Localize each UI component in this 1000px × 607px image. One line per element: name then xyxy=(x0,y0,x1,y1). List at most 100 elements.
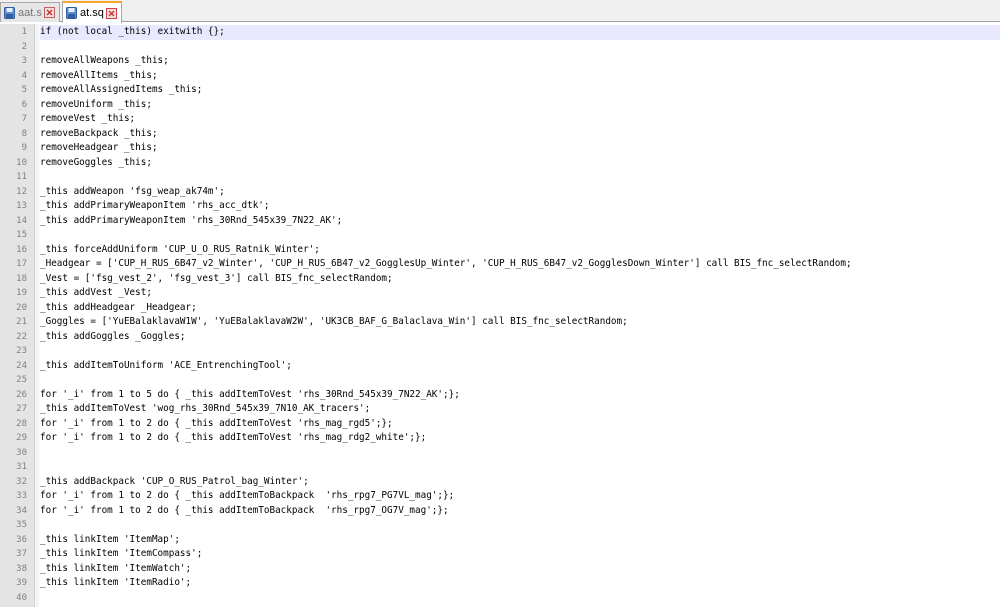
line-number: 8 xyxy=(21,128,27,139)
line-number: 14 xyxy=(16,215,27,226)
line-number: 26 xyxy=(16,389,27,400)
code-text[interactable]: for '_i' from 1 to 5 do { _this addItemT… xyxy=(40,388,1000,403)
code-line[interactable]: 9 removeHeadgear _this; xyxy=(0,141,1000,156)
code-text[interactable]: removeHeadgear _this; xyxy=(40,141,1000,156)
code-line[interactable]: 6 removeUniform _this; xyxy=(0,98,1000,113)
code-text[interactable]: _this forceAddUniform 'CUP_U_O_RUS_Ratni… xyxy=(40,243,1000,258)
code-text[interactable]: removeAllItems _this; xyxy=(40,69,1000,84)
code-editor[interactable]: 1 if (not local _this) exitwith {}; 2 3 remo… xyxy=(0,24,1000,607)
line-number: 22 xyxy=(16,331,27,342)
line-number: 18 xyxy=(16,273,27,284)
line-number: 23 xyxy=(16,346,27,356)
code-line[interactable]: 37 _this linkItem 'ItemCompass'; xyxy=(0,547,1000,562)
code-text[interactable]: _this addBackpack 'CUP_O_RUS_Patrol_bag_… xyxy=(40,475,1000,490)
code-line[interactable]: 27 _this addItemToVest 'wog_rhs_30Rnd_545… xyxy=(0,402,1000,417)
line-number: 11 xyxy=(16,172,27,182)
code-line[interactable]: 4 removeAllItems _this; xyxy=(0,69,1000,84)
line-number: 1 xyxy=(21,27,27,37)
code-text[interactable]: for '_i' from 1 to 2 do { _this addItemT… xyxy=(40,489,1000,504)
code-line[interactable]: 10 removeGoggles _this; xyxy=(0,156,1000,171)
line-number: 37 xyxy=(16,549,27,559)
code-text[interactable]: _this linkItem 'ItemWatch'; xyxy=(40,562,1000,577)
line-number: 7 xyxy=(21,114,27,124)
tab-label: at.sqf xyxy=(80,7,104,19)
code-line[interactable]: 14 _this addPrimaryWeaponItem 'rhs_30Rnd_… xyxy=(0,214,1000,229)
floppy-disk-icon xyxy=(66,7,77,19)
code-text[interactable]: removeVest _this; xyxy=(40,112,1000,127)
code-text[interactable]: removeBackpack _this; xyxy=(40,127,1000,142)
code-text[interactable]: removeAllWeapons _this; xyxy=(40,54,1000,69)
line-number: 38 xyxy=(16,563,27,574)
code-text[interactable]: _this addWeapon 'fsg_weap_ak74m'; xyxy=(40,185,1000,200)
code-line[interactable]: 36 _this linkItem 'ItemMap'; xyxy=(0,533,1000,548)
code-line[interactable]: 28 for '_i' from 1 to 2 do { _this addIte… xyxy=(0,417,1000,432)
code-line[interactable]: 33 for '_i' from 1 to 2 do { _this addIte… xyxy=(0,489,1000,504)
code-text[interactable]: _this linkItem 'ItemRadio'; xyxy=(40,576,1000,591)
code-line[interactable]: 40 xyxy=(0,591,1000,606)
code-text[interactable]: _this addHeadgear _Headgear; xyxy=(40,301,1000,316)
code-line[interactable]: 5 removeAllAssignedItems _this; xyxy=(0,83,1000,98)
line-number: 39 xyxy=(16,578,27,588)
code-line[interactable]: 23 xyxy=(0,344,1000,359)
code-text[interactable]: _this addItemToUniform 'ACE_EntrenchingT… xyxy=(40,359,1000,374)
code-line[interactable]: 38 _this linkItem 'ItemWatch'; xyxy=(0,562,1000,577)
code-text[interactable]: _this addGoggles _Goggles; xyxy=(40,330,1000,345)
tab-label: aat.sqf xyxy=(18,6,42,19)
close-icon[interactable] xyxy=(44,7,55,18)
code-text[interactable]: _this linkItem 'ItemCompass'; xyxy=(40,547,1000,562)
code-line[interactable]: 8 removeBackpack _this; xyxy=(0,127,1000,142)
code-line[interactable]: 7 removeVest _this; xyxy=(0,112,1000,127)
code-text[interactable]: _Goggles = ['YuEBalaklavaW1W', 'YuEBalak… xyxy=(40,315,1000,330)
code-text[interactable]: removeGoggles _this; xyxy=(40,156,1000,171)
code-line[interactable]: 26 for '_i' from 1 to 5 do { _this addIte… xyxy=(0,388,1000,403)
code-line[interactable]: 29 for '_i' from 1 to 2 do { _this addIte… xyxy=(0,431,1000,446)
code-line[interactable]: 25 xyxy=(0,373,1000,388)
code-line[interactable]: 39 _this linkItem 'ItemRadio'; xyxy=(0,576,1000,591)
code-text[interactable]: for '_i' from 1 to 2 do { _this addItemT… xyxy=(40,431,1000,446)
code-text[interactable]: _this addItemToVest 'wog_rhs_30Rnd_545x3… xyxy=(40,402,1000,417)
code-text[interactable]: removeAllAssignedItems _this; xyxy=(40,83,1000,98)
code-line[interactable]: 22 _this addGoggles _Goggles; xyxy=(0,330,1000,345)
code-line[interactable]: 30 xyxy=(0,446,1000,461)
code-text[interactable]: removeUniform _this; xyxy=(40,98,1000,113)
code-line[interactable]: 1 if (not local _this) exitwith {}; xyxy=(0,25,1000,40)
line-number: 21 xyxy=(16,317,27,327)
code-line[interactable]: 32 _this addBackpack 'CUP_O_RUS_Patrol_ba… xyxy=(0,475,1000,490)
code-line[interactable]: 24 _this addItemToUniform 'ACE_Entrenchin… xyxy=(0,359,1000,374)
code-text[interactable]: _this addPrimaryWeaponItem 'rhs_acc_dtk'… xyxy=(40,199,1000,214)
code-line[interactable]: 20 _this addHeadgear _Headgear; xyxy=(0,301,1000,316)
code-text[interactable]: _this addVest _Vest; xyxy=(40,286,1000,301)
code-line[interactable]: 2 xyxy=(0,40,1000,55)
code-text[interactable]: if (not local _this) exitwith {}; xyxy=(40,25,1000,40)
line-number: 40 xyxy=(16,592,27,603)
tab-at-sqf[interactable]: at.sqf xyxy=(62,1,122,23)
line-number: 25 xyxy=(16,375,27,385)
close-icon[interactable] xyxy=(106,7,117,19)
code-text[interactable]: for '_i' from 1 to 2 do { _this addItemT… xyxy=(40,504,1000,519)
tab-bar: aat.sqf at.sqf xyxy=(0,0,1000,23)
code-line[interactable]: 13 _this addPrimaryWeaponItem 'rhs_acc_dt… xyxy=(0,199,1000,214)
line-number: 3 xyxy=(21,56,27,66)
code-line[interactable]: 21 _Goggles = ['YuEBalaklavaW1W', 'YuEBal… xyxy=(0,315,1000,330)
code-line[interactable]: 31 xyxy=(0,460,1000,475)
code-text[interactable]: _Vest = ['fsg_vest_2', 'fsg_vest_3'] cal… xyxy=(40,272,1000,287)
code-text[interactable]: for '_i' from 1 to 2 do { _this addItemT… xyxy=(40,417,1000,432)
code-line[interactable]: 19 _this addVest _Vest; xyxy=(0,286,1000,301)
code-line[interactable]: 18 _Vest = ['fsg_vest_2', 'fsg_vest_3'] c… xyxy=(0,272,1000,287)
code-text[interactable]: _Headgear = ['CUP_H_RUS_6B47_v2_Winter',… xyxy=(40,257,1000,272)
code-line[interactable]: 11 xyxy=(0,170,1000,185)
code-line[interactable]: 34 for '_i' from 1 to 2 do { _this addIte… xyxy=(0,504,1000,519)
code-line[interactable]: 3 removeAllWeapons _this; xyxy=(0,54,1000,69)
code-line[interactable]: 15 xyxy=(0,228,1000,243)
code-line[interactable]: 35 xyxy=(0,518,1000,533)
code-line[interactable]: 12 _this addWeapon 'fsg_weap_ak74m'; xyxy=(0,185,1000,200)
code-text[interactable]: _this linkItem 'ItemMap'; xyxy=(40,533,1000,548)
line-number: 27 xyxy=(16,404,27,414)
code-line[interactable]: 17 _Headgear = ['CUP_H_RUS_6B47_v2_Winter… xyxy=(0,257,1000,272)
code-line[interactable]: 16 _this forceAddUniform 'CUP_U_O_RUS_Rat… xyxy=(0,243,1000,258)
tab-aat-sqf[interactable]: aat.sqf xyxy=(0,2,60,22)
line-number: 20 xyxy=(16,302,27,313)
editor-window: aat.sqf at.sqf 1 if (not local _this) exi… xyxy=(0,0,1000,607)
line-number: 9 xyxy=(21,143,27,153)
code-text[interactable]: _this addPrimaryWeaponItem 'rhs_30Rnd_54… xyxy=(40,214,1000,229)
